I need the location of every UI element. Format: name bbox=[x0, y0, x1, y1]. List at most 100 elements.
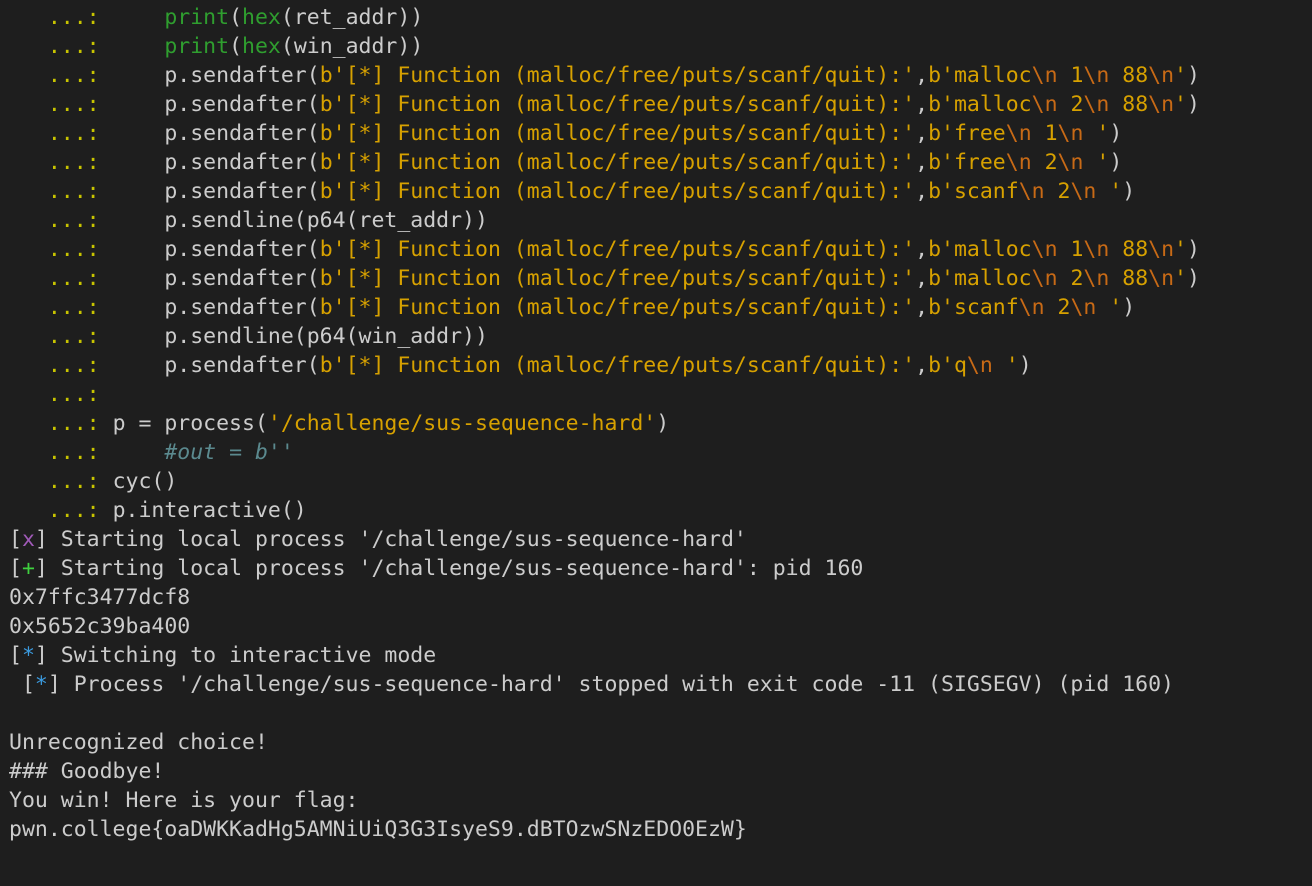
terminal-text-escape: \n bbox=[1148, 266, 1175, 291]
terminal-text-prompt: ...: bbox=[9, 324, 165, 349]
terminal-line: ...: p.sendafter(b'[*] Function (malloc/… bbox=[9, 119, 1122, 148]
terminal-line: [*] Switching to interactive mode bbox=[9, 641, 436, 670]
terminal-text-default: , bbox=[915, 266, 929, 291]
terminal-text-string: ' bbox=[1083, 121, 1110, 146]
terminal-text-prompt: ...: bbox=[9, 498, 113, 523]
terminal-text-string: b'scanf bbox=[928, 179, 1019, 204]
terminal-text-default: p = process( bbox=[112, 411, 268, 436]
terminal-text-default: ) bbox=[1109, 121, 1123, 146]
terminal-text-escape: \n bbox=[966, 353, 993, 378]
terminal-text-default: , bbox=[915, 237, 929, 262]
terminal-text-string: b'[*] Function (malloc/free/puts/scanf/q… bbox=[319, 295, 916, 320]
terminal-text-prompt: ...: bbox=[9, 353, 165, 378]
terminal-text-default: (ret_addr)) bbox=[280, 5, 424, 30]
terminal-line: ...: p.sendline(p64(ret_addr)) bbox=[9, 206, 488, 235]
terminal-text-default: ] Starting local process '/challenge/sus… bbox=[34, 556, 864, 581]
terminal-text-default: ) bbox=[656, 411, 670, 436]
terminal-text-string: ' bbox=[1174, 237, 1187, 262]
terminal-text-escape: \n bbox=[1031, 92, 1058, 117]
terminal-text-success-marker: + bbox=[21, 556, 35, 581]
terminal-text-default: p.sendafter( bbox=[164, 353, 320, 378]
terminal-text-string: 88 bbox=[1109, 92, 1149, 117]
terminal-line: ...: p.sendafter(b'[*] Function (malloc/… bbox=[9, 61, 1200, 90]
terminal-line: ...: p.sendafter(b'[*] Function (malloc/… bbox=[9, 264, 1200, 293]
terminal-text-default: , bbox=[915, 63, 929, 88]
terminal-text-default: p.interactive() bbox=[112, 498, 307, 523]
terminal-text-string: b'[*] Function (malloc/free/puts/scanf/q… bbox=[319, 63, 916, 88]
terminal-text-escape: \n bbox=[1031, 266, 1058, 291]
terminal-text-string: ' bbox=[1083, 150, 1110, 175]
terminal-text-escape: \n bbox=[1083, 63, 1110, 88]
terminal-text-default: , bbox=[915, 150, 929, 175]
terminal-text-string: b'q bbox=[928, 353, 967, 378]
terminal-text-error-marker: x bbox=[21, 527, 35, 552]
terminal-line: 0x7ffc3477dcf8 bbox=[9, 583, 190, 612]
terminal-text-string: ' bbox=[992, 353, 1019, 378]
terminal-text-string: 2 bbox=[1057, 266, 1084, 291]
terminal-text-string: ' bbox=[1096, 295, 1123, 320]
terminal-output[interactable]: ...: print(hex(ret_addr)) ...: print(hex… bbox=[0, 0, 1312, 886]
terminal-text-builtin: hex bbox=[242, 34, 281, 59]
terminal-text-string: 2 bbox=[1044, 179, 1071, 204]
terminal-text-string: 1 bbox=[1057, 63, 1084, 88]
terminal-text-string: ' bbox=[1174, 63, 1187, 88]
terminal-text-string: b'[*] Function (malloc/free/puts/scanf/q… bbox=[319, 92, 916, 117]
terminal-text-default: ( bbox=[229, 34, 243, 59]
terminal-text-default: ) bbox=[1187, 63, 1200, 88]
terminal-text-escape: \n bbox=[1057, 150, 1084, 175]
terminal-line: ...: p.sendafter(b'[*] Function (malloc/… bbox=[9, 235, 1200, 264]
terminal-text-prompt: ...: bbox=[9, 208, 165, 233]
terminal-line: ...: cyc() bbox=[9, 467, 177, 496]
terminal-text-string: ' bbox=[1174, 92, 1187, 117]
terminal-text-escape: \n bbox=[1148, 92, 1175, 117]
terminal-text-default: p.sendafter( bbox=[164, 92, 320, 117]
terminal-text-default: ) bbox=[1187, 92, 1200, 117]
terminal-text-string: 2 bbox=[1031, 150, 1058, 175]
terminal-line: pwn.college{oaDWKKadHg5AMNiUiQ3G3IsyeS9.… bbox=[9, 815, 747, 844]
terminal-text-string: 1 bbox=[1057, 237, 1084, 262]
terminal-text-prompt: ...: bbox=[9, 382, 100, 407]
terminal-line: ...: print(hex(ret_addr)) bbox=[9, 3, 423, 32]
terminal-text-escape: \n bbox=[1031, 237, 1058, 262]
terminal-text-escape: \n bbox=[1148, 63, 1175, 88]
terminal-line: ...: print(hex(win_addr)) bbox=[9, 32, 423, 61]
terminal-text-escape: \n bbox=[1018, 295, 1045, 320]
terminal-text-default: You win! Here is your flag: bbox=[9, 788, 359, 813]
terminal-text-string: 1 bbox=[1031, 121, 1058, 146]
terminal-text-string: b'[*] Function (malloc/free/puts/scanf/q… bbox=[319, 237, 916, 262]
terminal-text-escape: \n bbox=[1083, 266, 1110, 291]
terminal-text-default: ] Process '/challenge/sus-sequence-hard'… bbox=[47, 672, 1174, 697]
terminal-text-default: ( bbox=[229, 5, 243, 30]
terminal-text-default: cyc() bbox=[112, 469, 178, 494]
terminal-text-escape: \n bbox=[1031, 63, 1058, 88]
terminal-line: You win! Here is your flag: bbox=[9, 786, 359, 815]
terminal-text-default: p.sendafter( bbox=[164, 63, 320, 88]
terminal-text-default: [ bbox=[9, 556, 22, 581]
terminal-text-prompt: ...: bbox=[9, 411, 113, 436]
terminal-text-default: ) bbox=[1187, 266, 1200, 291]
terminal-text-default: p.sendafter( bbox=[164, 266, 320, 291]
terminal-text-prompt: ...: bbox=[9, 92, 165, 117]
terminal-text-default: [ bbox=[9, 643, 22, 668]
terminal-line: ...: bbox=[9, 380, 100, 409]
terminal-text-default: pwn.college{oaDWKKadHg5AMNiUiQ3G3IsyeS9.… bbox=[9, 817, 747, 842]
terminal-text-escape: \n bbox=[1070, 295, 1097, 320]
terminal-text-default: p.sendafter( bbox=[164, 179, 320, 204]
terminal-text-comment: #out = b'' bbox=[164, 440, 294, 465]
terminal-text-default: p.sendafter( bbox=[164, 150, 320, 175]
terminal-text-default: p.sendline(p64(win_addr)) bbox=[164, 324, 488, 349]
terminal-line: [x] Starting local process '/challenge/s… bbox=[9, 525, 747, 554]
terminal-text-escape: \n bbox=[1005, 150, 1032, 175]
terminal-text-escape: \n bbox=[1070, 179, 1097, 204]
terminal-text-prompt: ...: bbox=[9, 295, 165, 320]
terminal-text-default: 0x7ffc3477dcf8 bbox=[9, 585, 191, 610]
terminal-text-prompt: ...: bbox=[9, 469, 113, 494]
terminal-text-string: ' bbox=[1174, 266, 1187, 291]
terminal-text-escape: \n bbox=[1083, 237, 1110, 262]
terminal-text-string: b'[*] Function (malloc/free/puts/scanf/q… bbox=[319, 266, 916, 291]
terminal-text-string: 88 bbox=[1109, 63, 1149, 88]
terminal-text-prompt: ...: bbox=[9, 266, 165, 291]
terminal-text-string: b'free bbox=[928, 150, 1006, 175]
terminal-line: ...: p.sendafter(b'[*] Function (malloc/… bbox=[9, 293, 1135, 322]
terminal-line: ...: p.sendafter(b'[*] Function (malloc/… bbox=[9, 90, 1200, 119]
